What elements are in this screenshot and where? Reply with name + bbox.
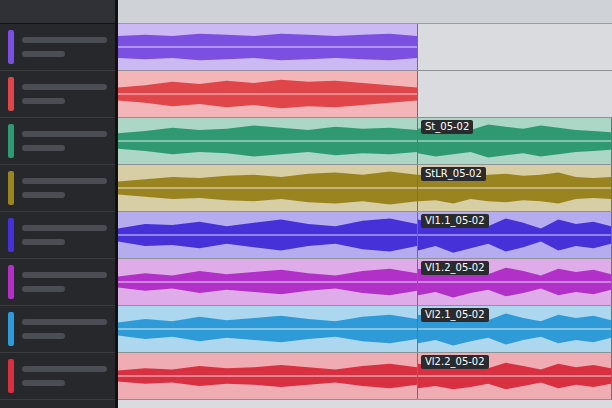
audio-clip[interactable]	[118, 306, 418, 352]
clip-name: Vl2.2_05-02	[421, 355, 489, 369]
waveform	[118, 71, 417, 117]
clip-name: Vl1.1_05-02	[421, 214, 489, 228]
track-color	[8, 77, 14, 111]
name-field[interactable]	[22, 178, 107, 184]
track-header[interactable]	[0, 71, 115, 118]
clip-name: Vl1.2_05-02	[421, 261, 489, 275]
track-controls	[22, 312, 107, 346]
track-lane: St_05-02	[118, 118, 612, 165]
audio-clip[interactable]	[118, 24, 418, 70]
name-field[interactable]	[22, 225, 107, 231]
audio-clip[interactable]	[118, 259, 418, 305]
audio-clip[interactable]	[118, 71, 418, 117]
track-lane: Vl2.1_05-02	[118, 306, 612, 353]
track-color	[8, 265, 14, 299]
track-header[interactable]	[0, 165, 115, 212]
track-color	[8, 124, 14, 158]
waveform	[118, 24, 417, 70]
audio-clip[interactable]	[118, 165, 418, 211]
audio-clip[interactable]: Vl1.1_05-02	[418, 212, 612, 258]
name-field[interactable]	[22, 131, 107, 137]
clip-name: Vl2.1_05-02	[421, 308, 489, 322]
track-controls	[22, 30, 107, 64]
name-field[interactable]	[22, 37, 107, 43]
track-lane	[118, 24, 612, 71]
track-controls	[22, 171, 107, 205]
track-color	[8, 218, 14, 252]
track-color	[8, 30, 14, 64]
track-header[interactable]	[0, 24, 115, 71]
editor-window: St_05-02 StLR_05-02 Vl1.1_05-02 Vl1.2_05-02…	[0, 0, 612, 408]
audio-clip[interactable]	[118, 353, 418, 399]
audio-clip[interactable]: Vl2.1_05-02	[418, 306, 612, 352]
track-lane: Vl1.1_05-02	[118, 212, 612, 259]
waveform	[118, 306, 417, 352]
track-lane: Vl1.2_05-02	[118, 259, 612, 306]
volume-control[interactable]	[22, 192, 65, 198]
waveform	[118, 165, 417, 211]
empty-region[interactable]	[418, 24, 612, 70]
volume-control[interactable]	[22, 286, 65, 292]
track-header[interactable]	[0, 306, 115, 353]
audio-clip[interactable]: StLR_05-02	[418, 165, 612, 211]
track-header[interactable]	[0, 212, 115, 259]
empty-region[interactable]	[418, 71, 612, 117]
name-field[interactable]	[22, 366, 107, 372]
track-color	[8, 359, 14, 393]
track-controls	[22, 124, 107, 158]
track-lane: Vl2.2_05-02	[118, 353, 612, 400]
waveform	[118, 118, 417, 164]
volume-control[interactable]	[22, 145, 65, 151]
waveform	[118, 259, 417, 305]
track-controls	[22, 218, 107, 252]
track-header[interactable]	[0, 118, 115, 165]
track-lane: StLR_05-02	[118, 165, 612, 212]
track-headers	[0, 0, 118, 408]
name-field[interactable]	[22, 84, 107, 90]
waveform	[118, 353, 417, 399]
audio-clip[interactable]: Vl2.2_05-02	[418, 353, 612, 399]
volume-control[interactable]	[22, 239, 65, 245]
track-controls	[22, 77, 107, 111]
timeline-ruler[interactable]	[118, 0, 612, 24]
ruler-corner	[0, 0, 115, 24]
volume-control[interactable]	[22, 51, 65, 57]
track-header[interactable]	[0, 353, 115, 400]
volume-control[interactable]	[22, 98, 65, 104]
audio-clip[interactable]	[118, 118, 418, 164]
clip-name: StLR_05-02	[421, 167, 486, 181]
audio-clip[interactable]: St_05-02	[418, 118, 612, 164]
track-controls	[22, 359, 107, 393]
name-field[interactable]	[22, 319, 107, 325]
clip-name: St_05-02	[421, 120, 473, 134]
track-color	[8, 312, 14, 346]
waveform	[118, 212, 417, 258]
volume-control[interactable]	[22, 380, 65, 386]
timeline: St_05-02 StLR_05-02 Vl1.1_05-02 Vl1.2_05-02…	[118, 0, 612, 408]
track-color	[8, 171, 14, 205]
track-controls	[22, 265, 107, 299]
audio-clip[interactable]	[118, 212, 418, 258]
track-lane	[118, 71, 612, 118]
audio-clip[interactable]: Vl1.2_05-02	[418, 259, 612, 305]
volume-control[interactable]	[22, 333, 65, 339]
track-header[interactable]	[0, 259, 115, 306]
name-field[interactable]	[22, 272, 107, 278]
